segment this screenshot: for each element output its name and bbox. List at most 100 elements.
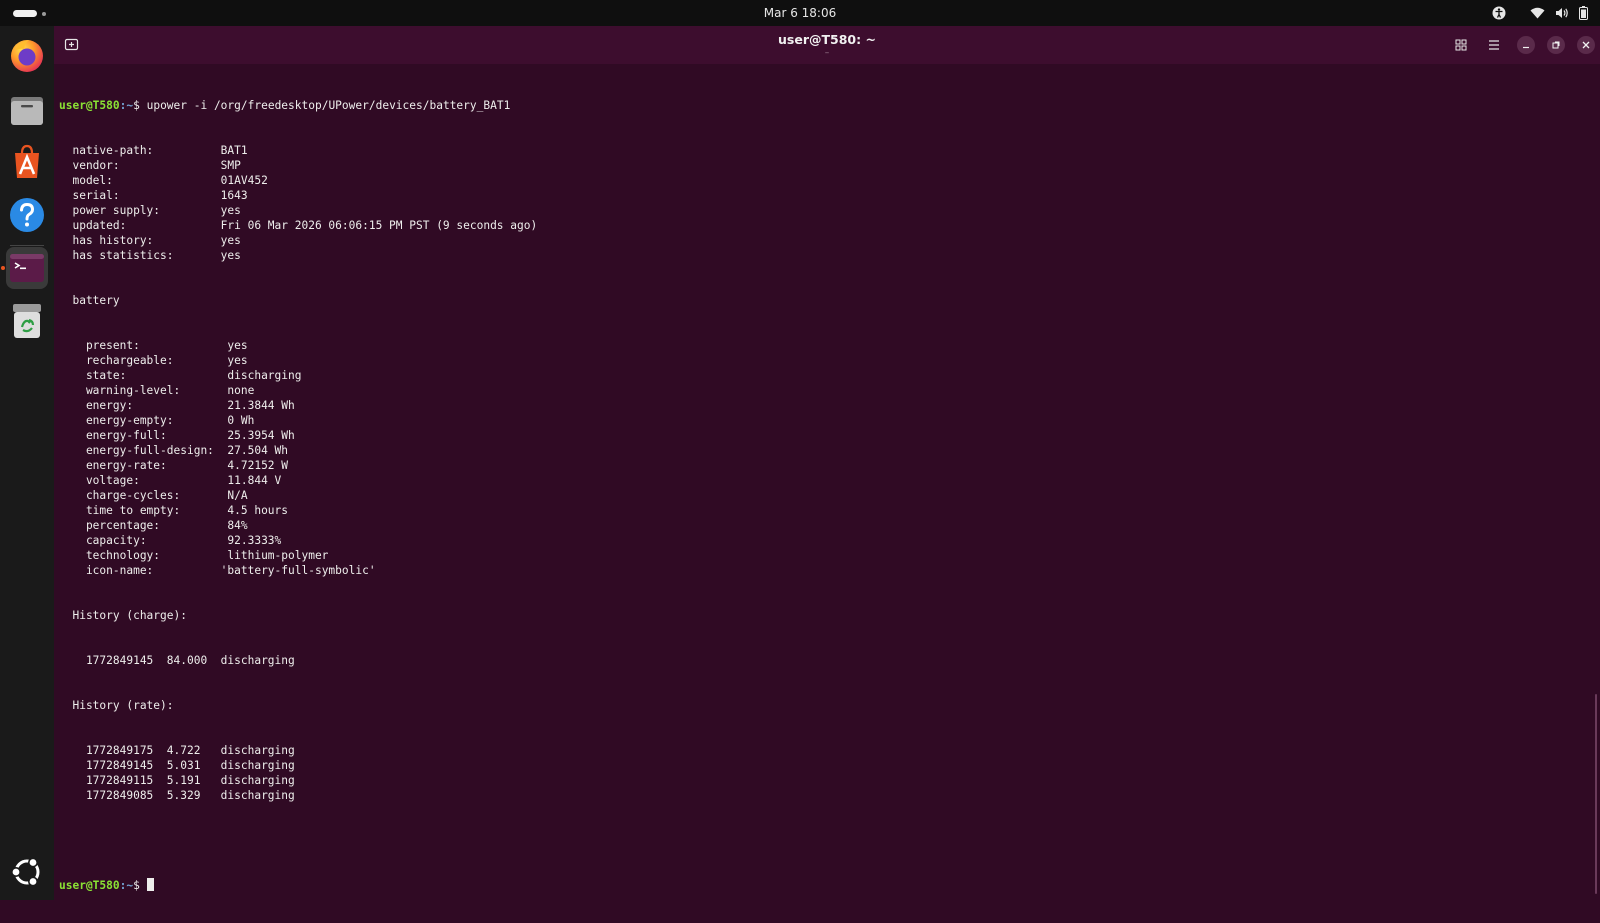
property-key: state:: [59, 369, 228, 382]
close-button[interactable]: [1577, 36, 1595, 54]
property-line: technology: lithium-polymer: [59, 548, 1549, 563]
property-value: yes: [220, 249, 241, 262]
property-value: lithium-polymer: [227, 549, 329, 562]
property-value: yes: [220, 234, 241, 247]
command-text: upower -i /org/freedesktop/UPower/device…: [146, 99, 511, 112]
maximize-button[interactable]: [1547, 36, 1565, 54]
property-key: energy-full-design:: [59, 444, 228, 457]
history-charge-list: 1772849145 84.000 discharging: [59, 653, 1549, 668]
property-value: 0 Wh: [227, 414, 255, 427]
dock-item-trash[interactable]: [6, 300, 48, 342]
terminal-output[interactable]: user@T580:~$ upower -i /org/freedesktop/…: [59, 68, 1549, 892]
dock-item-files[interactable]: [6, 88, 48, 130]
property-line: time to empty: 4.5 hours: [59, 503, 1549, 518]
history-entry: 1772849145 5.031 discharging: [59, 759, 295, 772]
clock[interactable]: Mar 6 18:06: [764, 6, 837, 20]
property-line: capacity: 92.3333%: [59, 533, 1549, 548]
battery-section-header: battery: [59, 294, 120, 307]
terminal-running-indicator: [1, 266, 5, 270]
property-value: yes: [227, 354, 248, 367]
tab-overview-icon[interactable]: [1452, 36, 1470, 54]
prompt-user: user@T580: [59, 879, 120, 892]
battery-icon[interactable]: [1579, 6, 1588, 20]
property-value: 21.3844 Wh: [227, 399, 295, 412]
prompt-sign: $: [133, 99, 147, 112]
dock: [0, 26, 54, 900]
property-line: updated: Fri 06 Mar 2026 06:06:15 PM PST…: [59, 218, 1549, 233]
property-line: state: discharging: [59, 368, 1549, 383]
property-line: model: 01AV452: [59, 173, 1549, 188]
property-key: energy-rate:: [59, 459, 228, 472]
property-value: 01AV452: [220, 174, 268, 187]
property-key: time to empty:: [59, 504, 228, 517]
property-line: has history: yes: [59, 233, 1549, 248]
dock-item-help[interactable]: [6, 194, 48, 236]
property-key: updated:: [59, 219, 221, 232]
history-entry: 1772849145 84.000 discharging: [59, 654, 295, 667]
history-entry: 1772849115 5.191 discharging: [59, 774, 295, 787]
top-bar: Mar 6 18:06: [0, 0, 1600, 26]
property-value: SMP: [220, 159, 241, 172]
property-line: rechargeable: yes: [59, 353, 1549, 368]
history-rate-header: History (rate):: [59, 699, 174, 712]
property-value: 92.3333%: [227, 534, 282, 547]
property-key: energy:: [59, 399, 228, 412]
property-line: energy: 21.3844 Wh: [59, 398, 1549, 413]
property-line: voltage: 11.844 V: [59, 473, 1549, 488]
property-line: energy-empty: 0 Wh: [59, 413, 1549, 428]
dock-item-terminal[interactable]: [6, 247, 48, 289]
property-key: percentage:: [59, 519, 228, 532]
dock-item-app-center[interactable]: [6, 141, 48, 183]
property-key: energy-full:: [59, 429, 228, 442]
property-key: serial:: [59, 189, 221, 202]
wifi-icon[interactable]: [1530, 7, 1545, 19]
property-value: 84%: [227, 519, 248, 532]
prompt-path: :~: [119, 879, 134, 892]
terminal-icon: [10, 254, 44, 282]
property-key: voltage:: [59, 474, 228, 487]
command-line: user@T580:~$ upower -i /org/freedesktop/…: [59, 98, 1549, 113]
property-value: 11.844 V: [227, 474, 282, 487]
minimize-icon: [1523, 46, 1529, 49]
property-line: energy-full: 25.3954 Wh: [59, 428, 1549, 443]
window-subtitle: –: [824, 48, 830, 58]
property-line: native-path: BAT1: [59, 143, 1549, 158]
property-value: yes: [220, 204, 241, 217]
property-key: has statistics:: [59, 249, 221, 262]
trash-icon: [13, 304, 41, 338]
system-tray[interactable]: [1482, 5, 1588, 21]
history-charge-header: History (charge):: [59, 609, 187, 622]
volume-icon[interactable]: [1555, 7, 1569, 19]
window-title: user@T580: ~: [778, 32, 876, 47]
property-key: rechargeable:: [59, 354, 228, 367]
minimize-button[interactable]: [1517, 36, 1535, 54]
property-value: discharging: [227, 369, 302, 382]
header-bar[interactable]: user@T580: ~ –: [54, 26, 1600, 64]
history-entry: 1772849085 5.329 discharging: [59, 789, 295, 802]
terminal-window[interactable]: user@T580: ~ – user@T580:~$ upower -i /o…: [54, 26, 1600, 900]
activities-indicator[interactable]: [13, 10, 47, 17]
property-line: energy-rate: 4.72152 W: [59, 458, 1549, 473]
current-prompt-line[interactable]: user@T580:~$: [59, 878, 1549, 893]
property-line: vendor: SMP: [59, 158, 1549, 173]
property-key: technology:: [59, 549, 228, 562]
workspace-pill-active[interactable]: [13, 10, 37, 17]
property-line: serial: 1643: [59, 188, 1549, 203]
hamburger-menu-icon[interactable]: [1485, 36, 1503, 54]
property-line: present: yes: [59, 338, 1549, 353]
dock-item-firefox[interactable]: [6, 34, 48, 76]
property-value: none: [227, 384, 255, 397]
text-cursor: [146, 878, 154, 891]
restore-icon: [1552, 41, 1560, 49]
property-key: native-path:: [59, 144, 221, 157]
scrollbar[interactable]: [1595, 694, 1597, 894]
show-apps-button[interactable]: [6, 851, 48, 893]
property-key: model:: [59, 174, 221, 187]
property-key: present:: [59, 339, 228, 352]
property-value: N/A: [227, 489, 248, 502]
property-value: 4.5 hours: [227, 504, 289, 517]
property-key: vendor:: [59, 159, 221, 172]
workspace-dot[interactable]: [42, 11, 46, 16]
accessibility-icon[interactable]: [1492, 6, 1506, 20]
